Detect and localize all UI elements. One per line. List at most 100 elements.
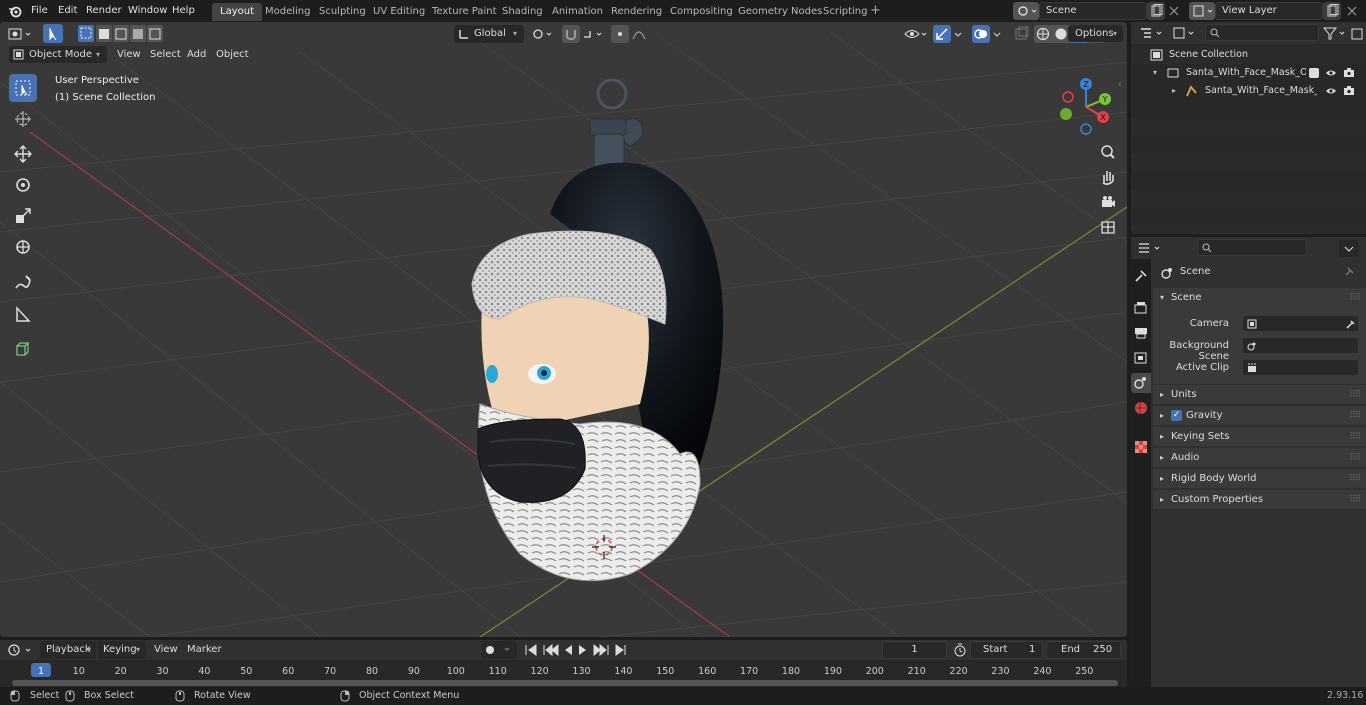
tab-rendering[interactable]: Rendering xyxy=(603,3,670,21)
menu-render[interactable]: Render xyxy=(81,3,127,19)
proportional-edit-icon[interactable] xyxy=(611,25,629,43)
cursor-tool[interactable] xyxy=(9,105,37,133)
background-scene-field[interactable] xyxy=(1242,337,1359,354)
tool-select-icon[interactable] xyxy=(43,24,63,43)
outliner-scene-collection[interactable]: Scene Collection xyxy=(1131,46,1366,64)
visibility-filter-icon[interactable] xyxy=(903,25,929,43)
tab-animation[interactable]: Animation xyxy=(544,3,611,21)
tab-scripting[interactable]: Scripting xyxy=(815,3,875,21)
transform-orientation-dropdown[interactable]: Global ▾ xyxy=(454,25,524,43)
blender-logo-icon[interactable] xyxy=(8,4,22,18)
timeline-scrollbar[interactable] xyxy=(12,680,1118,686)
3d-viewport[interactable]: User Perspective (1) Scene Collection Z … xyxy=(0,22,1127,637)
drag-handle-icon[interactable]: ⠿⠿ xyxy=(1349,469,1361,489)
filter-icon[interactable] xyxy=(1321,25,1349,42)
select-box-tool[interactable] xyxy=(9,74,37,102)
selection-mode-icons[interactable] xyxy=(77,25,163,42)
scene-name-field[interactable]: Scene xyxy=(1039,2,1147,20)
snap-toggle-icon[interactable] xyxy=(562,25,580,43)
eye-icon[interactable] xyxy=(1325,86,1337,96)
overlays-toggle-icon[interactable] xyxy=(972,25,990,43)
drag-handle-icon[interactable]: ⠿⠿ xyxy=(1349,448,1361,468)
rotate-tool[interactable] xyxy=(9,171,37,199)
end-frame-field[interactable]: End 250 xyxy=(1046,641,1121,659)
preview-range-icon[interactable] xyxy=(952,642,968,658)
playback-menu[interactable]: Playback ▾ xyxy=(40,641,96,659)
drag-handle-icon[interactable]: ⠿⠿ xyxy=(1349,288,1361,308)
expand-right-icon[interactable]: ▸ xyxy=(1172,82,1176,100)
add-workspace-icon[interactable]: + xyxy=(870,4,881,18)
scene-subpanel-header[interactable]: ▾ Scene ⠿⠿ xyxy=(1153,288,1366,308)
scene-tab-icon[interactable] xyxy=(1131,373,1151,393)
santa-ornament-model[interactable] xyxy=(460,74,740,584)
toggle-perspective-icon[interactable] xyxy=(1098,217,1118,237)
menu-help[interactable]: Help xyxy=(167,3,200,19)
tab-texture-paint[interactable]: Texture Paint xyxy=(424,3,505,21)
camera-field[interactable] xyxy=(1242,315,1359,332)
delete-scene-icon[interactable] xyxy=(1165,2,1183,20)
auto-keying-toggle[interactable] xyxy=(481,641,517,659)
gizmo-dropdown-icon[interactable] xyxy=(952,25,966,43)
gravity-panel[interactable]: ▸ ✓ Gravity ⠿⠿ xyxy=(1153,405,1366,425)
scene-selector-button[interactable] xyxy=(1013,2,1039,20)
display-mode-icon[interactable] xyxy=(1171,25,1199,42)
drag-handle-icon[interactable]: ⠿⠿ xyxy=(1349,490,1361,510)
outliner-item-collection[interactable]: ▾ Santa_With_Face_Mask_Orna xyxy=(1131,64,1366,82)
rigid-body-world-panel[interactable]: ▸ Rigid Body World ⠿⠿ xyxy=(1153,468,1366,488)
editor-type-icon[interactable] xyxy=(6,25,36,43)
active-clip-field[interactable] xyxy=(1242,359,1359,376)
audio-panel[interactable]: ▸ Audio ⠿⠿ xyxy=(1153,447,1366,467)
pivot-point-icon[interactable] xyxy=(530,25,556,43)
world-tab-icon[interactable] xyxy=(1133,400,1149,416)
add-cube-tool[interactable] xyxy=(9,335,37,363)
xray-toggle-icon[interactable] xyxy=(1013,25,1031,43)
gizmo-toggle-icon[interactable] xyxy=(933,25,951,43)
transform-tool[interactable] xyxy=(9,233,37,261)
pan-view-icon[interactable] xyxy=(1098,167,1118,187)
properties-editor-type-icon[interactable] xyxy=(1137,240,1165,257)
current-frame-field[interactable]: 1 xyxy=(882,641,947,659)
outliner-item-object[interactable]: ▸ Santa_With_Face_Mask_( xyxy=(1131,82,1366,100)
camera-icon[interactable] xyxy=(1343,85,1355,97)
texture-tab-icon[interactable] xyxy=(1133,439,1149,455)
outliner-search-input[interactable] xyxy=(1205,24,1319,41)
camera-icon[interactable] xyxy=(1343,67,1355,79)
playback-controls[interactable] xyxy=(522,641,632,659)
delete-view-layer-icon[interactable] xyxy=(1343,2,1361,20)
menu-edit[interactable]: Edit xyxy=(53,3,82,19)
proportional-falloff-icon[interactable] xyxy=(630,25,656,43)
move-tool[interactable] xyxy=(9,140,37,168)
timeline-marker-menu[interactable]: Marker xyxy=(187,641,222,659)
tab-layout[interactable]: Layout xyxy=(212,3,262,21)
tab-uv-editing[interactable]: UV Editing xyxy=(365,3,433,21)
menu-view[interactable]: View xyxy=(117,46,141,63)
view-layer-selector-button[interactable] xyxy=(1189,2,1215,20)
view-layer-name-field[interactable]: View Layer xyxy=(1215,2,1323,20)
new-collection-icon[interactable] xyxy=(1349,25,1365,42)
tool-settings-tab-icon[interactable] xyxy=(1133,268,1149,284)
menu-object[interactable]: Object xyxy=(216,46,249,63)
measure-tool[interactable] xyxy=(9,300,37,328)
tab-modeling[interactable]: Modeling xyxy=(257,3,319,21)
zoom-view-icon[interactable] xyxy=(1098,142,1118,162)
menu-file[interactable]: File xyxy=(26,3,53,19)
annotate-tool[interactable] xyxy=(9,269,37,297)
navigation-gizmo[interactable]: Z Y X xyxy=(1058,77,1118,137)
exclude-checkbox[interactable] xyxy=(1309,68,1319,78)
overlays-dropdown-icon[interactable] xyxy=(991,25,1005,43)
new-view-layer-icon[interactable] xyxy=(1323,2,1341,20)
start-frame-field[interactable]: Start 1 xyxy=(970,641,1043,659)
expand-down-icon[interactable]: ▾ xyxy=(1153,64,1157,82)
drag-handle-icon[interactable]: ⠿⠿ xyxy=(1349,406,1361,426)
outliner-editor-type-icon[interactable] xyxy=(1139,25,1167,42)
menu-add[interactable]: Add xyxy=(187,46,206,63)
menu-select[interactable]: Select xyxy=(150,46,181,63)
keying-menu[interactable]: Keying ▾ xyxy=(98,641,146,659)
keying-sets-panel[interactable]: ▸ Keying Sets ⠿⠿ xyxy=(1153,426,1366,446)
gravity-checkbox[interactable]: ✓ xyxy=(1171,410,1182,421)
properties-search-input[interactable] xyxy=(1197,239,1307,256)
new-scene-icon[interactable] xyxy=(1147,2,1165,20)
snap-target-icon[interactable] xyxy=(581,25,607,43)
units-panel[interactable]: ▸ Units ⠿⠿ xyxy=(1153,384,1366,404)
camera-view-icon[interactable] xyxy=(1098,192,1118,212)
